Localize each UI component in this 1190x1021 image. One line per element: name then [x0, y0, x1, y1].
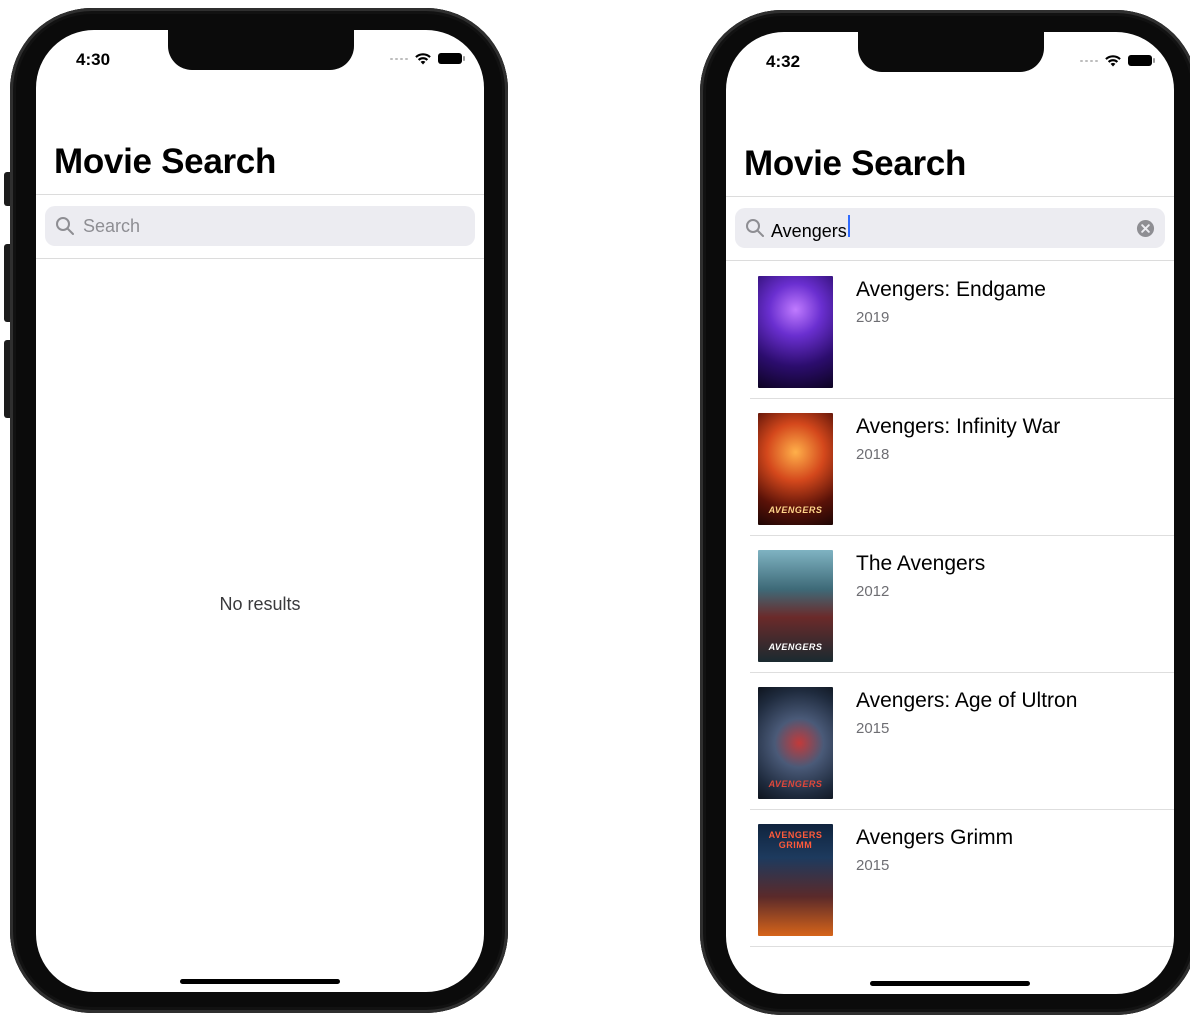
page-title: Movie Search — [54, 142, 277, 181]
divider — [36, 194, 484, 195]
text-caret — [847, 214, 850, 237]
status-icons — [390, 52, 465, 65]
search-input[interactable]: Avengers — [771, 214, 850, 242]
search-icon — [56, 217, 74, 235]
results-list: Avengers: Endgame 2019 AVENGERS Avengers… — [750, 262, 1174, 947]
poster-label: AVENGERS — [768, 505, 823, 515]
poster-thumbnail: AVENGERS GRIMM — [758, 824, 833, 936]
search-bar[interactable] — [45, 206, 475, 246]
list-item[interactable]: AVENGERS GRIMM Avengers Grimm 2015 — [750, 810, 1174, 947]
poster-thumbnail: AVENGERS — [758, 413, 833, 525]
divider — [36, 258, 484, 259]
movie-title: Avengers: Age of Ultron — [856, 689, 1078, 712]
list-item[interactable]: Avengers: Endgame 2019 — [750, 262, 1174, 399]
notch — [858, 32, 1044, 72]
home-indicator[interactable] — [180, 979, 340, 984]
movie-year: 2015 — [856, 857, 890, 874]
movie-year: 2015 — [856, 720, 890, 737]
list-item[interactable]: AVENGERS Avengers: Infinity War 2018 — [750, 399, 1174, 536]
empty-state-message: No results — [219, 594, 301, 614]
search-bar[interactable]: Avengers — [735, 208, 1165, 248]
search-query-text: Avengers — [771, 220, 847, 241]
screen-left: 4:30 Movie Search No results — [36, 30, 484, 992]
poster-label: AVENGERS GRIMM — [768, 830, 823, 850]
movie-year: 2012 — [856, 583, 890, 600]
phone-left: 4:30 Movie Search No results — [4, 8, 508, 1013]
movie-title: Avengers: Endgame — [856, 278, 1046, 301]
list-item[interactable]: AVENGERS Avengers: Age of Ultron 2015 — [750, 673, 1174, 810]
divider — [726, 196, 1174, 197]
movie-year: 2018 — [856, 446, 890, 463]
poster-label: AVENGERS — [768, 642, 823, 652]
battery-icon — [438, 53, 465, 64]
battery-icon — [1128, 55, 1155, 66]
poster-label: AVENGERS — [768, 779, 823, 789]
home-indicator[interactable] — [870, 981, 1030, 986]
search-input[interactable] — [81, 214, 445, 238]
status-time: 4:30 — [76, 50, 111, 69]
cellular-icon — [390, 57, 408, 60]
movie-title: Avengers Grimm — [856, 826, 1014, 849]
screen-right: 4:32 Movie Search Avengers Avengers: End… — [726, 32, 1174, 994]
wifi-icon — [1105, 55, 1121, 67]
poster-thumbnail: AVENGERS — [758, 687, 833, 799]
wifi-icon — [415, 53, 431, 65]
list-item[interactable]: AVENGERS The Avengers 2012 — [750, 536, 1174, 673]
phone-right: 4:32 Movie Search Avengers Avengers: End… — [700, 10, 1190, 1015]
search-icon — [746, 219, 764, 237]
status-icons — [1080, 54, 1155, 67]
cellular-icon — [1080, 59, 1098, 62]
page-title: Movie Search — [744, 144, 967, 183]
poster-thumbnail — [758, 276, 833, 388]
status-time: 4:32 — [766, 52, 801, 71]
movie-year: 2019 — [856, 309, 890, 326]
movie-title: The Avengers — [856, 552, 986, 575]
divider — [726, 260, 1174, 261]
clear-icon[interactable] — [1136, 219, 1155, 238]
poster-thumbnail: AVENGERS — [758, 550, 833, 662]
notch — [168, 30, 354, 70]
movie-title: Avengers: Infinity War — [856, 415, 1061, 438]
